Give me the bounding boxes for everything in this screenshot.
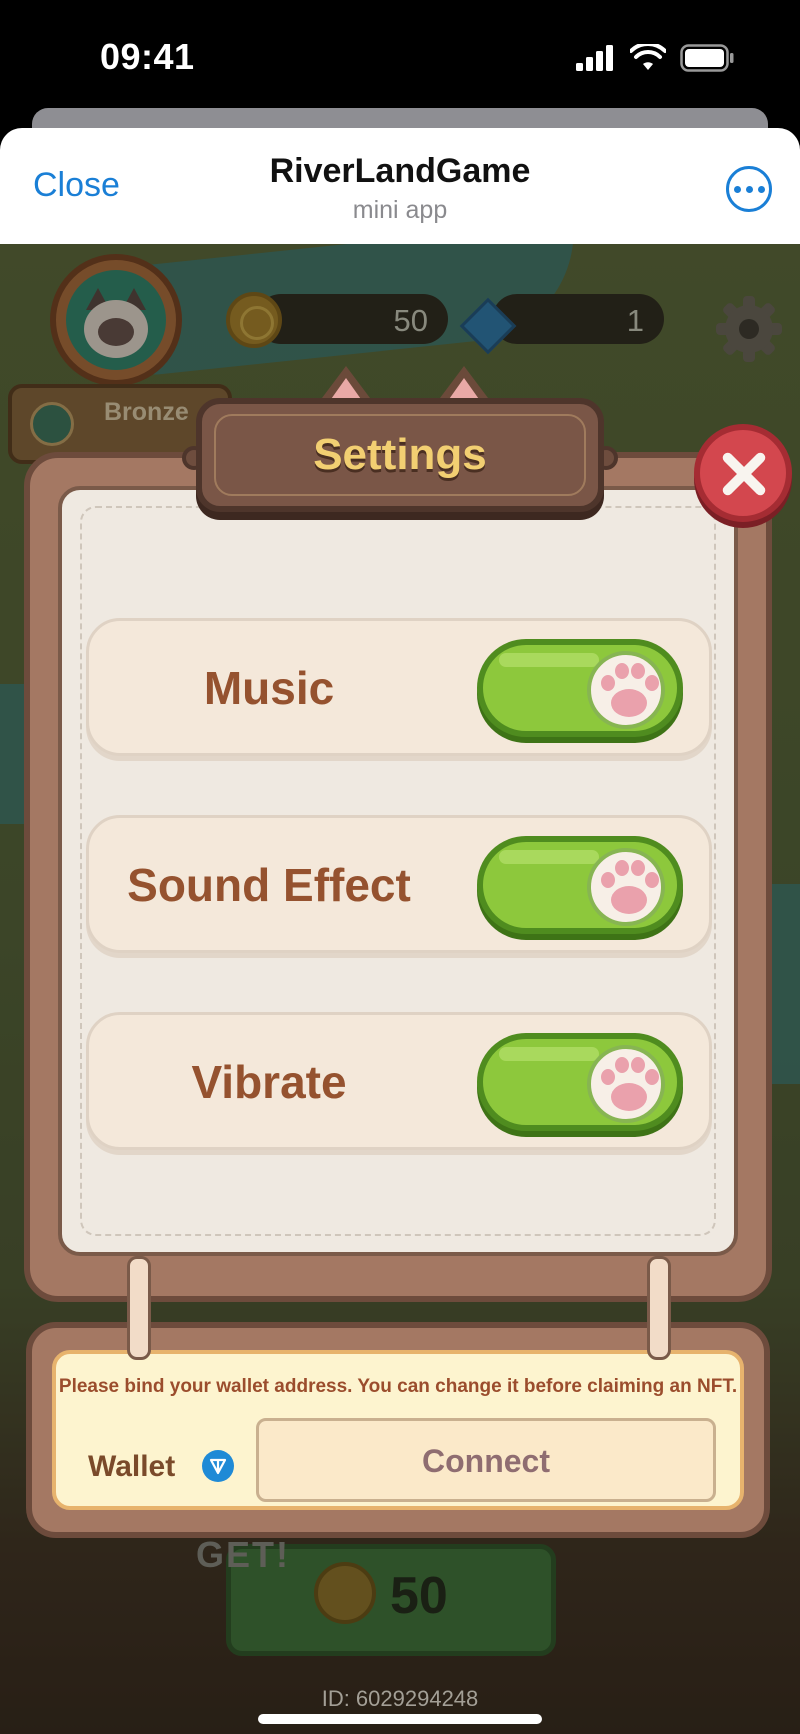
panel-hanger-right [647,1256,671,1360]
setting-row-vibrate: Vibrate [86,1012,712,1150]
paw-icon [587,848,665,926]
status-icons [576,44,734,72]
more-dot-icon [757,185,765,193]
app-subtitle: mini app [352,196,448,224]
ton-icon [202,1450,234,1482]
battery-icon [680,44,734,72]
wifi-icon [630,44,666,70]
setting-row-sound-effect: Sound Effect [86,815,712,953]
setting-row-music: Music [86,618,712,756]
setting-label: Music [203,662,335,714]
more-dot-icon [745,185,753,193]
close-settings-button[interactable] [694,424,792,522]
wallet-panel-inner: Please bind your wallet address. You can… [52,1350,744,1510]
wallet-label: Wallet [88,1450,176,1483]
app-title: RiverLandGame [269,152,531,190]
status-time: 09:41 [100,36,195,77]
cellular-signal-icon [576,45,613,71]
more-dot-icon [733,185,741,193]
settings-title: Settings [313,430,487,479]
connect-wallet-button[interactable]: Connect [256,1418,716,1502]
more-options-button[interactable] [726,166,772,212]
paw-icon [587,651,665,729]
home-indicator [258,1714,542,1724]
paw-icon [587,1045,665,1123]
connect-label: Connect [422,1443,550,1479]
wallet-notice: Please bind your wallet address. You can… [58,1376,738,1397]
setting-label: Sound Effect [127,859,411,911]
status-bar: 09:41 [0,0,800,118]
panel-hanger-left [127,1256,151,1360]
settings-title-plate: Settings [196,398,604,512]
mini-app-header: Close RiverLandGame mini app [0,128,800,244]
vibrate-toggle[interactable] [477,1033,683,1131]
sound-effect-toggle[interactable] [477,836,683,934]
setting-label: Vibrate [191,1056,347,1108]
music-toggle[interactable] [477,639,683,737]
player-id: ID: 6029294248 [321,1686,479,1711]
